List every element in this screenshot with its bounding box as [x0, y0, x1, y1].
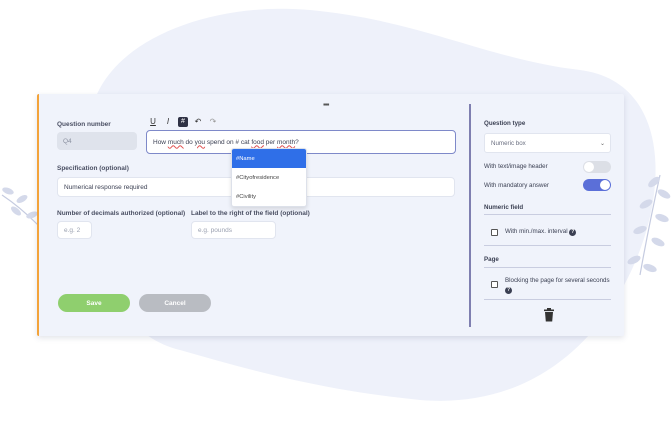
redo-icon[interactable]: ↷	[208, 117, 218, 126]
question-type-label: Question type	[484, 120, 526, 127]
decimals-label: Number of decimals authorized (optional)	[57, 210, 186, 217]
text-format-toolbar: U I # ↶ ↷	[148, 115, 218, 128]
question-text: How much do you spend on # cat food per …	[153, 138, 299, 146]
min-max-row: With min./max. interval ?	[505, 228, 577, 236]
trash-icon[interactable]	[543, 308, 555, 322]
column-divider	[469, 104, 471, 327]
drag-handle-icon[interactable]: ▪▪▪	[323, 100, 329, 109]
undo-icon[interactable]: ↶	[193, 117, 203, 126]
variable-suggestions-dropdown: #Name #Cityofresidence #Civility	[231, 148, 307, 207]
help-icon[interactable]: ?	[569, 229, 577, 236]
right-label-placeholder: e.g. pounds	[198, 226, 232, 234]
section-divider	[484, 245, 611, 246]
text-image-header-label: With text/image header	[484, 163, 548, 170]
right-label-label: Label to the right of the field (optiona…	[191, 210, 310, 217]
suggestion-item[interactable]: #Civility	[232, 187, 306, 206]
left-leaves-decoration	[1, 187, 39, 226]
min-max-checkbox[interactable]	[491, 229, 498, 236]
question-number-field: Q4	[57, 132, 137, 150]
page-label: Page	[484, 256, 499, 263]
section-divider	[484, 299, 611, 300]
chevron-down-icon: ⌄	[599, 140, 605, 147]
italic-button[interactable]: I	[163, 117, 173, 126]
mandatory-answer-toggle[interactable]	[583, 179, 611, 191]
right-label-input[interactable]: e.g. pounds	[191, 221, 276, 239]
blocking-page-row: Blocking the page for several seconds ?	[505, 276, 613, 294]
save-button[interactable]: Save	[58, 294, 130, 312]
specification-label: Specification (optional)	[57, 165, 129, 172]
suggestion-item[interactable]: #Name	[232, 149, 306, 168]
underline-button[interactable]: U	[148, 117, 158, 126]
section-divider	[484, 267, 611, 268]
blocking-page-checkbox[interactable]	[491, 281, 498, 288]
cancel-button[interactable]: Cancel	[139, 294, 211, 312]
right-leaves-decoration	[627, 174, 671, 276]
numeric-field-label: Numeric field	[484, 204, 524, 211]
hashtag-button[interactable]: #	[178, 116, 188, 127]
suggestion-item[interactable]: #Cityofresidence	[232, 168, 306, 187]
blocking-page-label: Blocking the page for several seconds	[505, 277, 610, 284]
text-image-header-toggle[interactable]	[583, 161, 611, 173]
decimals-placeholder: e.g. 2	[64, 226, 81, 234]
section-divider	[484, 214, 611, 215]
mandatory-answer-label: With mandatory answer	[484, 182, 549, 189]
min-max-label: With min./max. interval	[505, 228, 568, 235]
question-type-select[interactable]: Numeric box ⌄	[484, 133, 611, 153]
question-number-label: Question number	[57, 121, 111, 128]
question-type-value: Numeric box	[491, 139, 526, 147]
help-icon[interactable]: ?	[505, 287, 512, 294]
decimals-input[interactable]: e.g. 2	[57, 221, 92, 239]
